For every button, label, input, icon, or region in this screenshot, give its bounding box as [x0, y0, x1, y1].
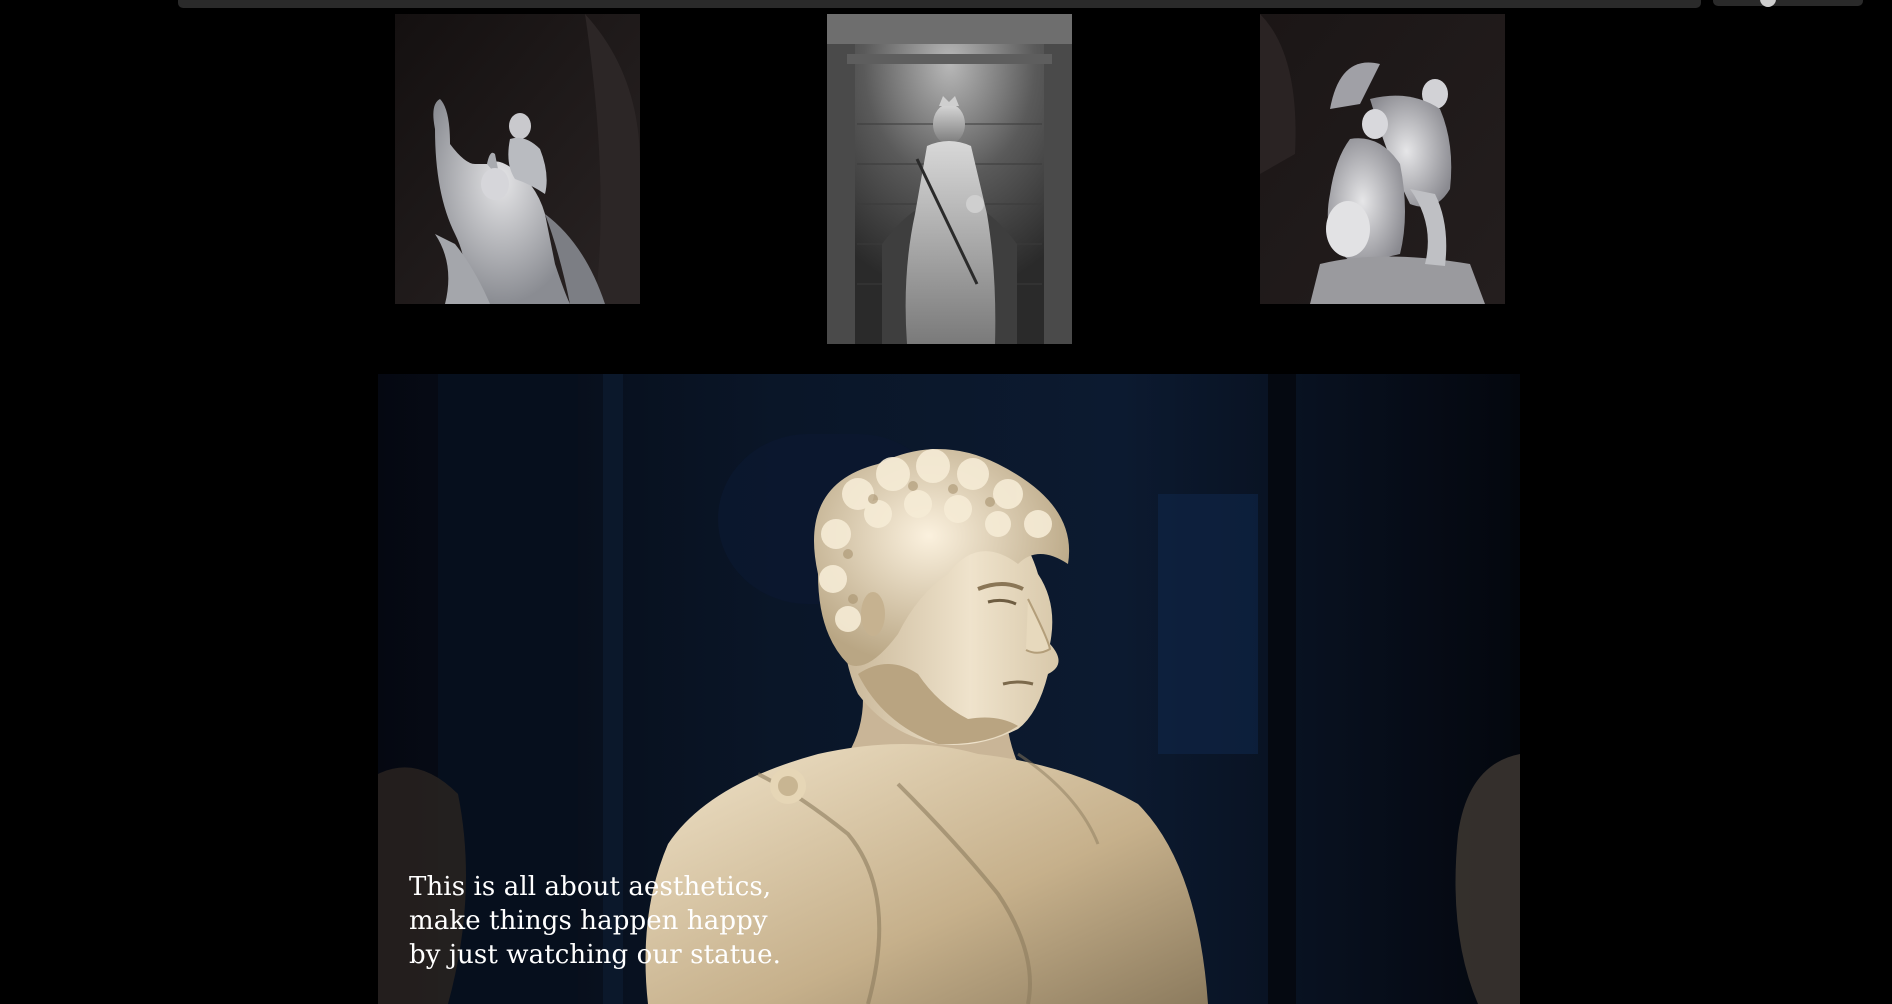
- toolbar-pill: [1713, 0, 1863, 6]
- statue-image-left: [395, 14, 640, 304]
- statue-image-center: [827, 14, 1072, 344]
- statue-thumb-center[interactable]: [827, 14, 1072, 344]
- page: This is all about aesthetics, make thing…: [0, 0, 1892, 1004]
- statue-thumb-left[interactable]: [395, 14, 640, 304]
- hero-caption: This is all about aesthetics, make thing…: [409, 870, 781, 972]
- hero-caption-line-1: This is all about aesthetics,: [409, 872, 772, 902]
- hero-caption-line-2: make things happen happy: [409, 906, 768, 936]
- statue-thumb-right[interactable]: [1260, 14, 1505, 304]
- statue-image-right: [1260, 14, 1505, 304]
- hero-caption-line-3: by just watching our statue.: [409, 940, 781, 970]
- horizontal-scrollbar[interactable]: [178, 0, 1701, 8]
- browser-top-strip: [0, 0, 1892, 13]
